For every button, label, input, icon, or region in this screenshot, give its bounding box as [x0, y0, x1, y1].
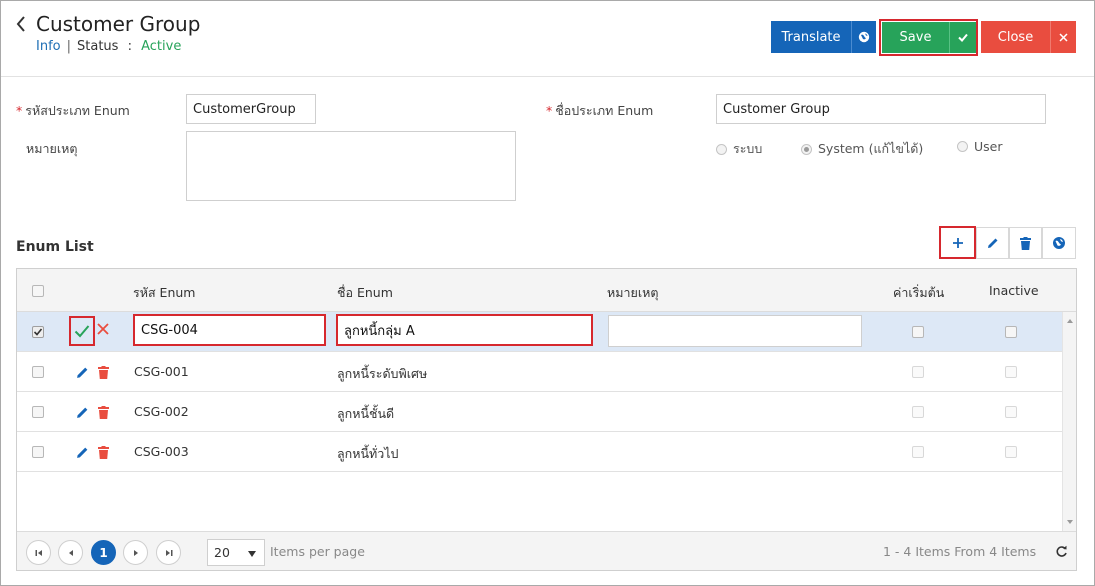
radio-system-editable[interactable]: System (แก้ไขได้): [801, 139, 923, 159]
default-checkbox: [912, 446, 924, 458]
info-link[interactable]: Info: [36, 39, 61, 54]
table-row[interactable]: CSG-003 ลูกหนี้ทั่วไป: [17, 432, 1062, 472]
first-page-icon[interactable]: [26, 540, 51, 565]
radio-circle[interactable]: [957, 141, 968, 152]
refresh-icon[interactable]: [1054, 544, 1068, 558]
pencil-icon[interactable]: [976, 227, 1009, 259]
default-checkbox[interactable]: [912, 326, 924, 338]
status-label: Status: [77, 39, 119, 54]
row-checkbox[interactable]: [32, 406, 44, 418]
radio-circle-selected[interactable]: [801, 143, 812, 155]
edit-pencil-icon[interactable]: [75, 365, 89, 379]
column-header-remark[interactable]: หมายเหตุ: [607, 283, 658, 303]
table-row[interactable]: CSG-001 ลูกหนี้ระดับพิเศษ: [17, 352, 1062, 392]
cell-code: CSG-002: [134, 404, 189, 419]
column-header-inactive[interactable]: Inactive: [989, 283, 1039, 298]
separator: |: [66, 39, 71, 54]
delete-trash-icon[interactable]: [97, 445, 109, 459]
enum-name-edit-input[interactable]: ลูกหนี้กลุ่ม A: [336, 314, 593, 346]
close-x-icon[interactable]: [1050, 21, 1076, 53]
grid-header: รหัส Enum ชื่อ Enum หมายเหตุ ค่าเริ่มต้น…: [17, 269, 1076, 312]
cell-name: ลูกหนี้ทั่วไป: [337, 446, 399, 461]
enum-name-label: * ชื่อประเภท Enum: [546, 103, 654, 118]
row-checkbox[interactable]: [32, 366, 44, 378]
last-page-icon[interactable]: [156, 540, 181, 565]
column-header-default[interactable]: ค่าเริ่มต้น: [893, 283, 944, 303]
cell-code: CSG-001: [134, 364, 189, 379]
edit-pencil-icon[interactable]: [75, 445, 89, 459]
row-checkbox[interactable]: [32, 446, 44, 458]
trash-icon[interactable]: [1009, 227, 1042, 259]
table-row-editing[interactable]: CSG-004 ลูกหนี้กลุ่ม A: [17, 312, 1062, 352]
page-size-select[interactable]: 20: [207, 539, 265, 566]
page-size-value: 20: [214, 545, 230, 560]
cancel-x-icon[interactable]: [96, 322, 110, 336]
save-button[interactable]: Save: [882, 22, 949, 53]
default-checkbox: [912, 366, 924, 378]
delete-trash-icon[interactable]: [97, 405, 109, 419]
current-page-button[interactable]: 1: [91, 540, 116, 565]
radio-user[interactable]: User: [957, 139, 1003, 154]
status-line: Info | Status : Active: [36, 39, 181, 54]
translate-button[interactable]: Translate: [771, 21, 851, 53]
enum-code-input[interactable]: CustomerGroup: [186, 94, 316, 124]
page-title: Customer Group: [36, 12, 201, 36]
remark-textarea[interactable]: [186, 131, 516, 201]
remark-edit-input[interactable]: [608, 315, 862, 347]
radio-system[interactable]: ระบบ: [716, 139, 762, 159]
confirm-check-icon[interactable]: [69, 316, 95, 346]
enum-name-input[interactable]: Customer Group: [716, 94, 1046, 124]
cell-code: CSG-003: [134, 444, 189, 459]
globe-icon[interactable]: [851, 21, 876, 53]
inactive-checkbox: [1005, 406, 1017, 418]
add-icon[interactable]: [941, 228, 974, 257]
radio-circle[interactable]: [716, 143, 727, 155]
pager: 1 20 Items per page 1 - 4 Items From 4 I…: [17, 531, 1076, 570]
globe-icon[interactable]: [1042, 227, 1076, 259]
column-header-name[interactable]: ชื่อ Enum: [337, 283, 393, 303]
select-all-checkbox[interactable]: [32, 285, 44, 297]
remark-label: หมายเหตุ: [26, 141, 78, 156]
inactive-checkbox[interactable]: [1005, 326, 1017, 338]
inactive-checkbox: [1005, 366, 1017, 378]
next-page-icon[interactable]: [123, 540, 148, 565]
back-arrow-icon[interactable]: [14, 14, 28, 34]
chevron-down-icon: [248, 551, 256, 557]
header-divider: [1, 76, 1094, 77]
enum-list-title: Enum List: [16, 239, 94, 255]
inactive-checkbox: [1005, 446, 1017, 458]
enum-code-edit-input[interactable]: CSG-004: [133, 314, 326, 346]
enum-code-label: * รหัสประเภท Enum: [16, 103, 130, 118]
column-header-code[interactable]: รหัส Enum: [133, 283, 195, 303]
scroll-down-icon: [1067, 520, 1073, 524]
table-row[interactable]: CSG-002 ลูกหนี้ชั้นดี: [17, 392, 1062, 432]
delete-trash-icon[interactable]: [97, 365, 109, 379]
items-per-page-label: Items per page: [270, 544, 365, 559]
scroll-up-icon: [1067, 319, 1073, 323]
prev-page-icon[interactable]: [58, 540, 83, 565]
save-check-icon[interactable]: [949, 22, 976, 53]
status-value: Active: [141, 39, 182, 54]
edit-pencil-icon[interactable]: [75, 405, 89, 419]
status-colon: :: [127, 39, 132, 54]
cell-name: ลูกหนี้ชั้นดี: [337, 406, 395, 421]
cell-name: ลูกหนี้ระดับพิเศษ: [337, 366, 428, 381]
close-button[interactable]: Close: [981, 21, 1050, 53]
pager-summary: 1 - 4 Items From 4 Items: [883, 544, 1037, 559]
grid-scrollbar[interactable]: [1062, 312, 1076, 531]
row-checkbox[interactable]: [32, 326, 44, 338]
default-checkbox: [912, 406, 924, 418]
enum-grid: รหัส Enum ชื่อ Enum หมายเหตุ ค่าเริ่มต้น…: [16, 268, 1077, 571]
